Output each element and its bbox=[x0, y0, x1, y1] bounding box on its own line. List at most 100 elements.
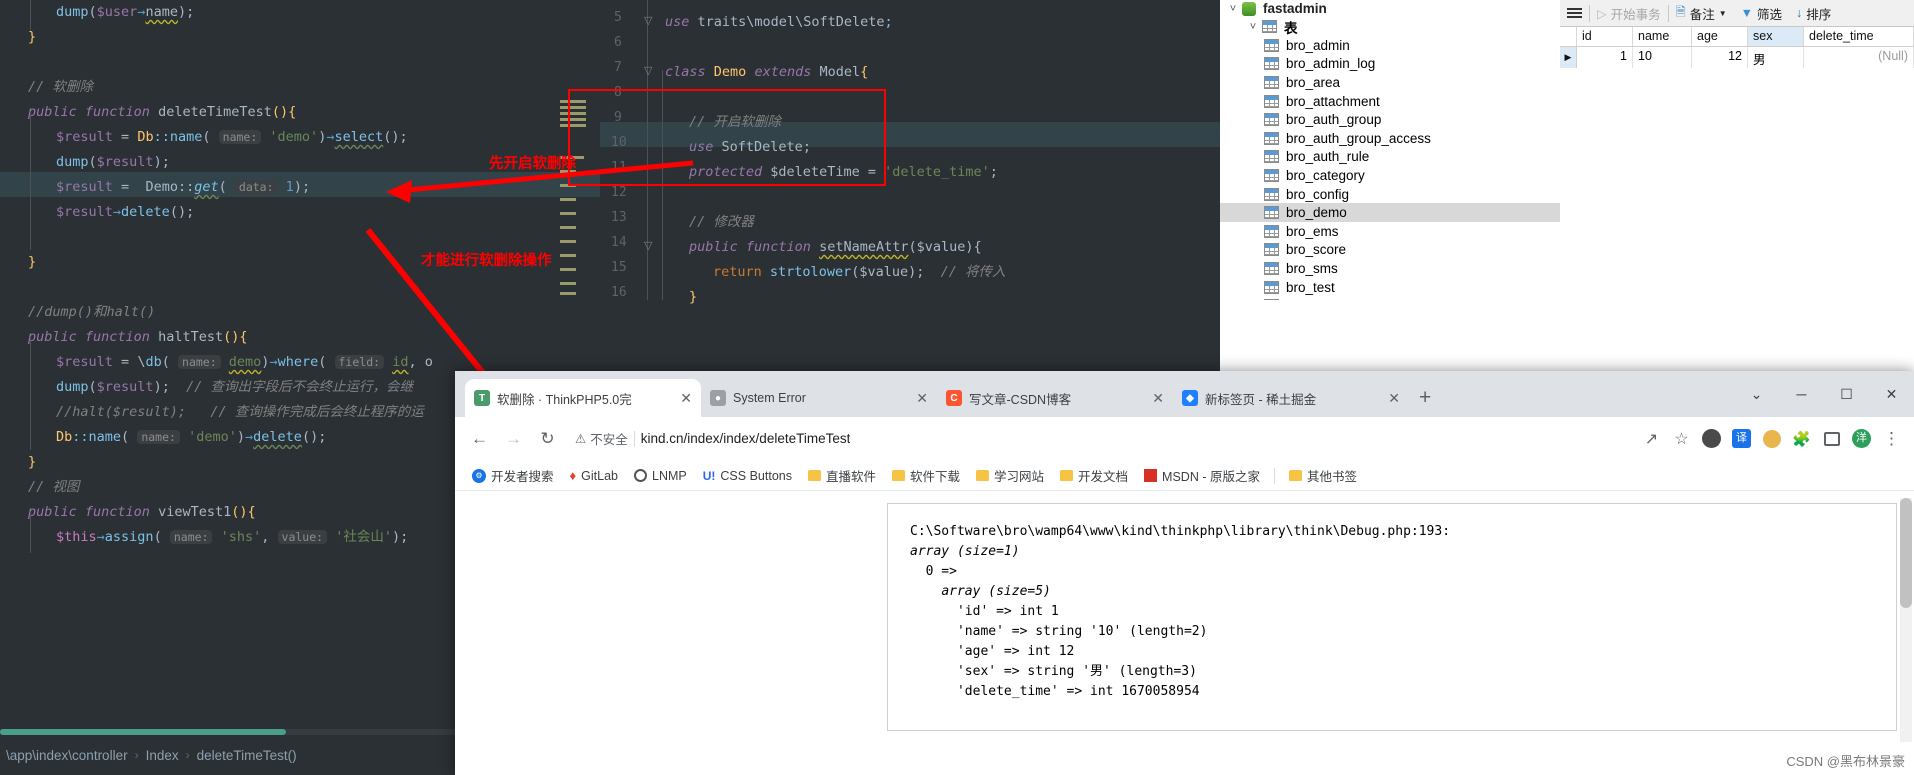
tree-node-table[interactable]: bro_auth_group bbox=[1220, 110, 1560, 129]
grid-header-row: id name age sex delete_time bbox=[1560, 27, 1914, 47]
bookmark-msdn[interactable]: MSDN - 原版之家 bbox=[1136, 463, 1268, 489]
forward-button[interactable]: → bbox=[498, 423, 529, 454]
browser-toolbar[interactable]: ← → ↻ ⚠ 不安全 kind.cn/index/index/deleteTi… bbox=[455, 417, 1914, 461]
tab-favicon-icon: T bbox=[474, 390, 490, 406]
cell-sex[interactable]: 男 bbox=[1748, 47, 1804, 68]
bookmark-live-software[interactable]: 直播软件 bbox=[800, 463, 884, 489]
tree-node-table[interactable]: bro_admin bbox=[1220, 36, 1560, 55]
bookmark-dev-docs[interactable]: 开发文档 bbox=[1052, 463, 1136, 489]
bookmark-label: 其他书签 bbox=[1306, 470, 1357, 484]
close-icon[interactable]: ✕ bbox=[1388, 391, 1400, 405]
sidepanel-icon[interactable] bbox=[1818, 425, 1845, 452]
start-transaction-icon: ▷ bbox=[1597, 6, 1607, 21]
close-icon[interactable]: ✕ bbox=[1152, 391, 1164, 405]
tree-node-table[interactable]: bro_auth_group_access bbox=[1220, 129, 1560, 148]
cell-age[interactable]: 12 bbox=[1692, 47, 1748, 68]
bookmark-study-sites[interactable]: 学习网站 bbox=[968, 463, 1052, 489]
grid-menu-button[interactable] bbox=[1560, 0, 1589, 27]
sort-button[interactable]: ↓ 排序 bbox=[1789, 0, 1838, 27]
table-list[interactable]: bro_admin bro_admin_log bro_area bro_attach… bbox=[1220, 36, 1560, 300]
line-number: 8 bbox=[614, 85, 622, 100]
menu-icon[interactable]: ⋮ bbox=[1878, 425, 1905, 452]
other-bookmarks[interactable]: 其他书签 bbox=[1281, 463, 1365, 489]
back-button[interactable]: ← bbox=[464, 423, 495, 454]
address-bar[interactable]: ⚠ 不安全 kind.cn/index/index/deleteTimeTest bbox=[566, 423, 1635, 454]
browser-tab-3[interactable]: ◆ 新标签页 - 稀土掘金 ✕ bbox=[1173, 379, 1409, 417]
security-indicator[interactable]: ⚠ 不安全 bbox=[575, 429, 628, 448]
avatar-icon[interactable] bbox=[1698, 425, 1725, 452]
tree-node-table[interactable]: bro_config bbox=[1220, 185, 1560, 204]
database-tree-panel[interactable]: ˅ fastadmin ˅ 表 bro_admin bro_admin_log br… bbox=[1220, 0, 1560, 300]
grid-header-name[interactable]: name bbox=[1633, 27, 1692, 46]
tree-node-table[interactable]: bro_sms bbox=[1220, 259, 1560, 278]
filter-button[interactable]: ▼ 筛选 bbox=[1734, 0, 1789, 27]
caret-down-icon[interactable]: ▼ bbox=[1719, 9, 1727, 18]
chrome-browser-window[interactable]: T 软删除 · ThinkPHP5.0完 ✕ ● System Error ✕ … bbox=[455, 371, 1914, 775]
puzzle-icon[interactable]: 🧩 bbox=[1788, 425, 1815, 452]
tree-node-table[interactable]: bro_attachment bbox=[1220, 92, 1560, 111]
minimize-button[interactable]: ─ bbox=[1779, 371, 1824, 417]
reload-button[interactable]: ↻ bbox=[532, 423, 563, 454]
tree-node-table[interactable]: bro_score bbox=[1220, 241, 1560, 260]
close-icon[interactable]: ✕ bbox=[680, 391, 692, 405]
star-icon[interactable]: ☆ bbox=[1668, 425, 1695, 452]
cell-name[interactable]: 10 bbox=[1633, 47, 1692, 68]
share-icon[interactable]: ↗ bbox=[1638, 425, 1665, 452]
fold-icon[interactable]: ▽ bbox=[644, 14, 655, 27]
grid-header-id[interactable]: id bbox=[1577, 27, 1633, 46]
grid-toolbar[interactable]: ▷ 开始事务 🗎 备注 ▼ ▼ 筛选 ↓ 排序 bbox=[1560, 0, 1914, 27]
cell-delete-time[interactable]: (Null) bbox=[1804, 47, 1914, 68]
bookmarks-bar[interactable]: ⚙ 开发者搜索 ♦ GitLab LNMP U! CSS Buttons 直播软… bbox=[455, 461, 1914, 491]
tree-node-tables-group[interactable]: ˅ 表 bbox=[1220, 17, 1560, 36]
grid-corner-cell bbox=[1560, 27, 1577, 46]
grid-header-age[interactable]: age bbox=[1692, 27, 1748, 46]
dev-search-icon: ⚙ bbox=[472, 468, 486, 483]
tree-node-table[interactable]: bro_category bbox=[1220, 166, 1560, 185]
bookmark-software-download[interactable]: 软件下载 bbox=[884, 463, 968, 489]
browser-tab-2[interactable]: C 写文章-CSDN博客 ✕ bbox=[937, 379, 1173, 417]
table-row[interactable]: ▶ 1 10 12 男 (Null) bbox=[1560, 47, 1914, 68]
breadcrumb-item-class[interactable]: Index bbox=[146, 748, 179, 763]
note-button[interactable]: 🗎 备注 ▼ bbox=[1669, 0, 1734, 27]
data-grid-panel[interactable]: ▷ 开始事务 🗎 备注 ▼ ▼ 筛选 ↓ 排序 id name age sex … bbox=[1560, 0, 1914, 90]
tree-node-table[interactable]: bro_auth_rule bbox=[1220, 148, 1560, 167]
cell-id[interactable]: 1 bbox=[1577, 47, 1633, 68]
start-transaction-button[interactable]: ▷ 开始事务 bbox=[1590, 0, 1668, 27]
tree-node-table[interactable]: bro_area bbox=[1220, 73, 1560, 92]
table-icon bbox=[1264, 113, 1279, 127]
tree-node-table[interactable]: bro_test bbox=[1220, 278, 1560, 297]
close-button[interactable]: ✕ bbox=[1869, 371, 1914, 417]
debug-line: 'name' => string '10' (length=2) bbox=[956, 624, 1208, 639]
grid-header-delete-time[interactable]: delete_time bbox=[1804, 27, 1914, 46]
tree-node-table[interactable]: bro_ems bbox=[1220, 222, 1560, 241]
fold-icon[interactable]: ▽ bbox=[644, 64, 655, 77]
browser-tab-1[interactable]: ● System Error ✕ bbox=[701, 379, 937, 417]
maximize-button[interactable]: ☐ bbox=[1824, 371, 1869, 417]
close-icon[interactable]: ✕ bbox=[916, 391, 928, 405]
bookmark-gitlab[interactable]: ♦ GitLab bbox=[562, 463, 626, 489]
tree-node-database[interactable]: ˅ fastadmin bbox=[1220, 0, 1560, 17]
window-controls[interactable]: ⌄ ─ ☐ ✕ bbox=[1734, 371, 1914, 417]
bookmark-css-buttons[interactable]: U! CSS Buttons bbox=[695, 463, 800, 489]
code-line: //dump()和halt() bbox=[28, 304, 156, 320]
breadcrumb-item-namespace[interactable]: \app\index\controller bbox=[6, 748, 128, 763]
profile-icon[interactable]: 洋 bbox=[1848, 425, 1875, 452]
url-text[interactable]: kind.cn/index/index/deleteTimeTest bbox=[641, 431, 851, 446]
tab-title: 软删除 · ThinkPHP5.0完 bbox=[497, 392, 632, 407]
chevron-down-icon[interactable]: ˅ bbox=[1244, 21, 1262, 33]
page-scrollbar-thumb[interactable] bbox=[1900, 498, 1912, 608]
tab-search-icon[interactable]: ⌄ bbox=[1734, 371, 1779, 417]
emoji-icon[interactable] bbox=[1758, 425, 1785, 452]
breadcrumb-item-method[interactable]: deleteTimeTest() bbox=[197, 748, 297, 763]
bookmark-lnmp[interactable]: LNMP bbox=[626, 463, 695, 489]
grid-header-sex[interactable]: sex bbox=[1748, 27, 1804, 46]
tree-node-table[interactable]: bro_admin_log bbox=[1220, 55, 1560, 74]
translate-icon[interactable]: 译 bbox=[1728, 425, 1755, 452]
fold-icon[interactable]: ▽ bbox=[644, 239, 655, 252]
new-tab-button[interactable]: + bbox=[1419, 386, 1431, 410]
bookmark-dev-search[interactable]: ⚙ 开发者搜索 bbox=[464, 463, 562, 489]
browser-tab-0[interactable]: T 软删除 · ThinkPHP5.0完 ✕ bbox=[465, 379, 701, 417]
tree-node-table[interactable]: bro_demo bbox=[1220, 203, 1560, 222]
browser-tab-bar[interactable]: T 软删除 · ThinkPHP5.0完 ✕ ● System Error ✕ … bbox=[455, 371, 1914, 417]
chevron-down-icon[interactable]: ˅ bbox=[1224, 3, 1242, 15]
